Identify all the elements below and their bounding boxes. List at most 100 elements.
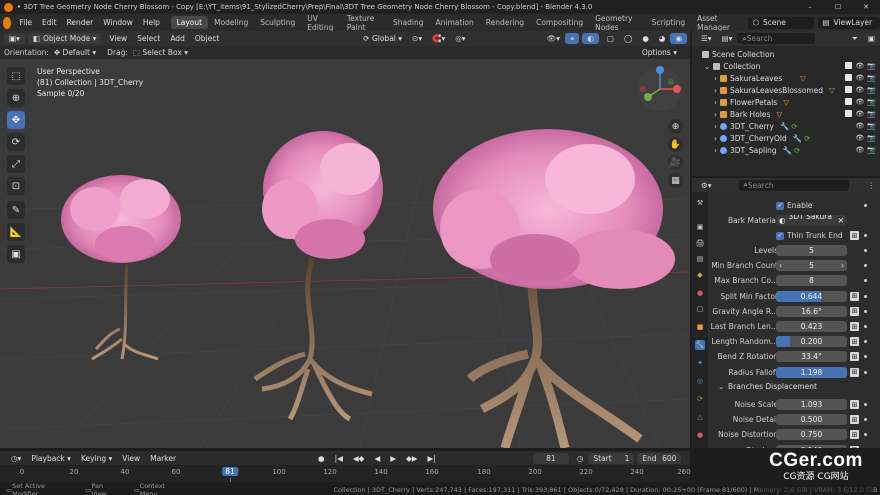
expand-arrow-icon[interactable]: › [714, 86, 717, 95]
tree-small[interactable] [61, 175, 181, 361]
rotate-tool-icon[interactable]: ⟳ [7, 133, 25, 151]
expand-arrow-icon[interactable]: › [714, 74, 717, 83]
timeline-editor-icon[interactable]: ◷▾ [6, 454, 26, 463]
menu-select[interactable]: Select [132, 34, 165, 43]
property-field[interactable]: 0.644 [776, 290, 847, 302]
checkbox-icon[interactable] [845, 98, 853, 105]
outliner-row-3dt-sapling[interactable]: › 3DT_Sapling 🔧 ⟳ 👁 📷 [692, 144, 880, 156]
blender-menu-icon[interactable] [3, 16, 12, 29]
camera-icon[interactable]: 📷 [867, 110, 876, 118]
expand-arrow-icon[interactable]: › [714, 134, 717, 143]
annotate-tool-icon[interactable]: ✎ [7, 201, 25, 219]
outliner-search-input[interactable]: ⌕ Search [737, 33, 816, 44]
outliner-row-sakuraleaves[interactable]: › SakuraLeaves ▽ 👁 📷 [692, 72, 880, 84]
particles-tab-icon[interactable]: ✦ [695, 358, 705, 368]
expand-arrow-icon[interactable]: › [714, 98, 717, 107]
end-frame-field[interactable]: End 600 [637, 452, 682, 464]
options-button[interactable]: Options ▾ [637, 48, 682, 57]
maximize-icon[interactable]: ☐ [824, 3, 852, 11]
menu-file[interactable]: File [14, 18, 37, 27]
timeline-ruler[interactable]: 0 20 40 60 81 100 120 140 160 180 200 22… [0, 465, 691, 482]
viewlayer-selector[interactable]: ▤ ViewLayer [818, 16, 880, 29]
decorator-dot[interactable] [864, 340, 867, 344]
eye-icon[interactable]: 👁 [855, 146, 864, 154]
decorator-dot[interactable] [864, 370, 867, 374]
pin-icon[interactable]: ⋮ [863, 181, 880, 190]
xray-icon[interactable]: ▢ [602, 34, 619, 43]
decorator-dot[interactable] [864, 204, 867, 207]
transform-tool-icon[interactable]: ⊡ [7, 177, 25, 195]
decorator-dot[interactable] [864, 355, 867, 359]
close-icon[interactable]: ✕ [852, 3, 880, 11]
mode-select[interactable]: ◧ Object Mode ▾ [27, 33, 102, 44]
decorator-dot[interactable] [864, 264, 867, 268]
expand-arrow-icon[interactable]: ⌄ [704, 62, 710, 71]
keyframe-icon[interactable]: ⊞ [850, 322, 859, 331]
thin-trunk-checkbox[interactable]: ✓ Thin Trunk End [776, 231, 843, 240]
menu-timeline-view[interactable]: View [117, 454, 145, 463]
checkbox-icon[interactable] [845, 86, 853, 93]
constraints-tab-icon[interactable]: ⟳ [695, 394, 705, 404]
eye-icon[interactable]: 👁 [855, 122, 864, 130]
outliner-row-3dt-cherry[interactable]: › 3DT_Cherry 🔧 ⟳ 👁 📷 [692, 120, 880, 132]
editor-type-button[interactable]: ▣▾ [4, 33, 25, 44]
material-tab-icon[interactable]: ● [695, 430, 705, 440]
decorator-dot[interactable] [864, 249, 867, 252]
camera-icon[interactable]: 📷 [867, 122, 876, 130]
outliner-row-scene-collection[interactable]: Scene Collection [692, 48, 880, 60]
cursor-tool-icon[interactable]: ⊕ [7, 89, 25, 107]
shading-material-icon[interactable]: ◕ [654, 34, 671, 43]
keyframe-icon[interactable]: ⊞ [850, 415, 859, 425]
pan-hand-icon[interactable]: ✋ [668, 137, 683, 152]
expand-arrow-icon[interactable]: › [714, 146, 717, 155]
bark-material-field[interactable]: ◐ 3DT Sakura ... ✕ [776, 215, 847, 226]
checkbox-icon[interactable] [845, 110, 853, 117]
play-icon[interactable]: ▶ [385, 454, 401, 463]
tool-tab-icon[interactable]: ⚒ [695, 198, 705, 208]
display-mode-icon[interactable]: ▤▾ [717, 34, 738, 43]
checkbox-icon[interactable] [845, 62, 853, 69]
menu-keying[interactable]: Keying ▾ [76, 454, 117, 463]
jump-start-icon[interactable]: |◀ [330, 454, 348, 463]
scene-selector[interactable]: ⬡ Scene [748, 16, 815, 29]
keyframe-icon[interactable]: ⊞ [850, 430, 859, 440]
view-layer-tab-icon[interactable]: ▤ [695, 254, 705, 264]
menu-playback[interactable]: Playback ▾ [26, 454, 76, 463]
collection-tab-icon[interactable]: ▢ [695, 304, 705, 314]
menu-edit[interactable]: Edit [37, 18, 62, 27]
shading-rendered-icon[interactable]: ◉ [670, 33, 687, 44]
navigation-gizmo[interactable] [635, 64, 685, 114]
scene-tab-icon[interactable]: ◆ [695, 270, 705, 280]
expand-arrow-icon[interactable]: › [714, 122, 717, 131]
decorator-dot[interactable] [864, 279, 867, 283]
outliner-row-3dt-cherryold[interactable]: › 3DT_CherryOld 🔧 ⟳ 👁 📷 [692, 132, 880, 144]
eye-icon[interactable]: 👁 [855, 110, 864, 118]
decorator-dot[interactable] [864, 418, 867, 422]
start-frame-field[interactable]: Start 1 [588, 452, 635, 464]
tab-sculpting[interactable]: Sculpting [254, 16, 301, 29]
eye-icon[interactable]: 👁 [855, 62, 864, 70]
render-tab-icon[interactable]: ▣ [695, 222, 705, 232]
measure-tool-icon[interactable]: 📐 [7, 223, 25, 241]
branches-displacement-header[interactable]: ⌄ Branches Displacement [708, 380, 880, 393]
property-field[interactable]: 5 [776, 245, 847, 256]
tab-modeling[interactable]: Modeling [208, 16, 254, 29]
property-field[interactable]: 0.200 [776, 336, 847, 348]
jump-end-icon[interactable]: ▶| [423, 454, 441, 463]
camera-icon[interactable]: 📷 [867, 98, 876, 106]
property-field[interactable]: 16.6° [776, 305, 847, 317]
eye-icon[interactable]: 👁 [855, 98, 864, 106]
tab-layout[interactable]: Layout [170, 16, 209, 29]
keyframe-icon[interactable]: ⊞ [850, 231, 859, 240]
menu-window[interactable]: Window [98, 18, 138, 27]
increment-icon[interactable]: › [841, 261, 844, 270]
property-field[interactable]: 0.140 [776, 444, 847, 448]
keyframe-icon[interactable]: ⊞ [850, 367, 859, 377]
move-tool-icon[interactable]: ✥ [7, 111, 25, 129]
outliner-row-collection[interactable]: ⌄ Collection 👁 📷 [692, 60, 880, 72]
outliner-row-sakuraleavesblossomed[interactable]: › SakuraLeavesBlossomed ▽ 👁 📷 [692, 84, 880, 96]
orientation-default-select[interactable]: ✥ Default ▾ [49, 48, 101, 57]
property-field[interactable]: 0.423 [776, 321, 847, 332]
drag-select[interactable]: ⬚ Select Box ▾ [128, 48, 193, 57]
tab-scripting[interactable]: Scripting [646, 16, 691, 29]
